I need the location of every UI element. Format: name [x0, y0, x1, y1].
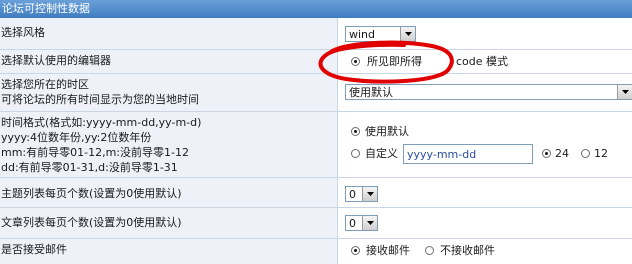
label-cell: 选择您所在的时区 可将论坛的所有时间显示为您的当地时间: [0, 74, 338, 111]
style-select-value: wind: [349, 28, 376, 41]
time-format-label: 时间格式(格式如:yyyy-mm-dd,yy-m-d): [1, 116, 202, 129]
time-format-help-day: dd:有前导零01-31,d:没前导零1-31: [1, 161, 178, 174]
editor-label: 选择默认使用的编辑器: [1, 54, 111, 67]
posts-per-page-select[interactable]: 0: [345, 215, 378, 231]
clock-24-radio[interactable]: [542, 149, 551, 158]
time-format-custom-label[interactable]: 自定义: [365, 147, 398, 160]
email-reject-label[interactable]: 不接收邮件: [440, 244, 495, 257]
row-topics-per-page: 主题列表每页个数(设置为0使用默认) 0: [0, 178, 632, 208]
time-format-default-label[interactable]: 使用默认: [365, 125, 409, 138]
value-cell: 0: [339, 208, 632, 238]
style-label: 选择风格: [1, 26, 45, 39]
timezone-hint: 可将论坛的所有时间显示为您的当地时间: [1, 93, 199, 106]
section-title: 论坛可控制性数据: [2, 2, 90, 15]
time-format-custom-radio[interactable]: [351, 149, 360, 158]
row-editor: 选择默认使用的编辑器 所见即所得 code 模式: [0, 50, 632, 74]
posts-per-page-value: 0: [349, 217, 356, 230]
value-cell: 接收邮件 不接收邮件: [339, 239, 632, 264]
timezone-select-value: 使用默认: [349, 86, 393, 99]
clock-12-label[interactable]: 12: [594, 147, 608, 160]
value-cell: 使用默认 自定义 24 12: [339, 112, 632, 177]
style-select[interactable]: wind: [345, 26, 416, 42]
editor-wysiwyg-label[interactable]: 所见即所得: [367, 55, 422, 68]
timezone-select[interactable]: 使用默认: [345, 84, 632, 100]
label-cell: 文章列表每页个数(设置为0使用默认): [0, 208, 338, 238]
chevron-down-icon[interactable]: [362, 187, 377, 201]
time-format-help-year: yyyy:4位数年份,yy:2位数年份: [1, 131, 152, 144]
editor-code-label[interactable]: code 模式: [456, 55, 508, 68]
chevron-down-icon[interactable]: [362, 216, 377, 230]
time-format-default-radio[interactable]: [351, 127, 360, 136]
row-posts-per-page: 文章列表每页个数(设置为0使用默认) 0: [0, 208, 632, 239]
label-cell: 选择风格: [0, 18, 338, 49]
row-style: 选择风格 wind: [0, 18, 632, 50]
value-cell: 所见即所得 code 模式: [339, 50, 632, 73]
label-cell: 选择默认使用的编辑器: [0, 50, 338, 73]
value-cell: wind: [339, 18, 632, 49]
value-cell: 0: [339, 178, 632, 207]
value-cell: 使用默认: [339, 74, 632, 111]
email-accept-radio[interactable]: [351, 246, 360, 255]
row-email: 是否接受邮件 接收邮件 不接收邮件: [0, 239, 632, 264]
topics-per-page-select[interactable]: 0: [345, 186, 378, 202]
clock-24-label[interactable]: 24: [555, 147, 569, 160]
timezone-label: 选择您所在的时区: [1, 78, 89, 91]
chevron-down-icon[interactable]: [400, 27, 415, 41]
label-cell: 主题列表每页个数(设置为0使用默认): [0, 178, 338, 207]
label-cell: 时间格式(格式如:yyyy-mm-dd,yy-m-d) yyyy:4位数年份,y…: [0, 112, 338, 177]
time-format-custom-input[interactable]: [403, 144, 533, 164]
editor-wysiwyg-radio[interactable]: [351, 57, 360, 66]
email-reject-radio[interactable]: [425, 246, 434, 255]
section-header: 论坛可控制性数据: [0, 0, 632, 18]
topics-per-page-value: 0: [349, 188, 356, 201]
label-cell: 是否接受邮件: [0, 239, 338, 264]
row-timezone: 选择您所在的时区 可将论坛的所有时间显示为您的当地时间 使用默认: [0, 74, 632, 112]
clock-12-radio[interactable]: [581, 149, 590, 158]
row-time-format: 时间格式(格式如:yyyy-mm-dd,yy-m-d) yyyy:4位数年份,y…: [0, 112, 632, 178]
time-format-help-month: mm:有前导零01-12,m:没前导零1-12: [1, 146, 189, 159]
topics-per-page-label: 主题列表每页个数(设置为0使用默认): [1, 187, 182, 200]
posts-per-page-label: 文章列表每页个数(设置为0使用默认): [1, 216, 182, 229]
email-label: 是否接受邮件: [1, 243, 67, 256]
email-accept-label[interactable]: 接收邮件: [366, 244, 410, 257]
chevron-down-icon[interactable]: [617, 85, 632, 99]
